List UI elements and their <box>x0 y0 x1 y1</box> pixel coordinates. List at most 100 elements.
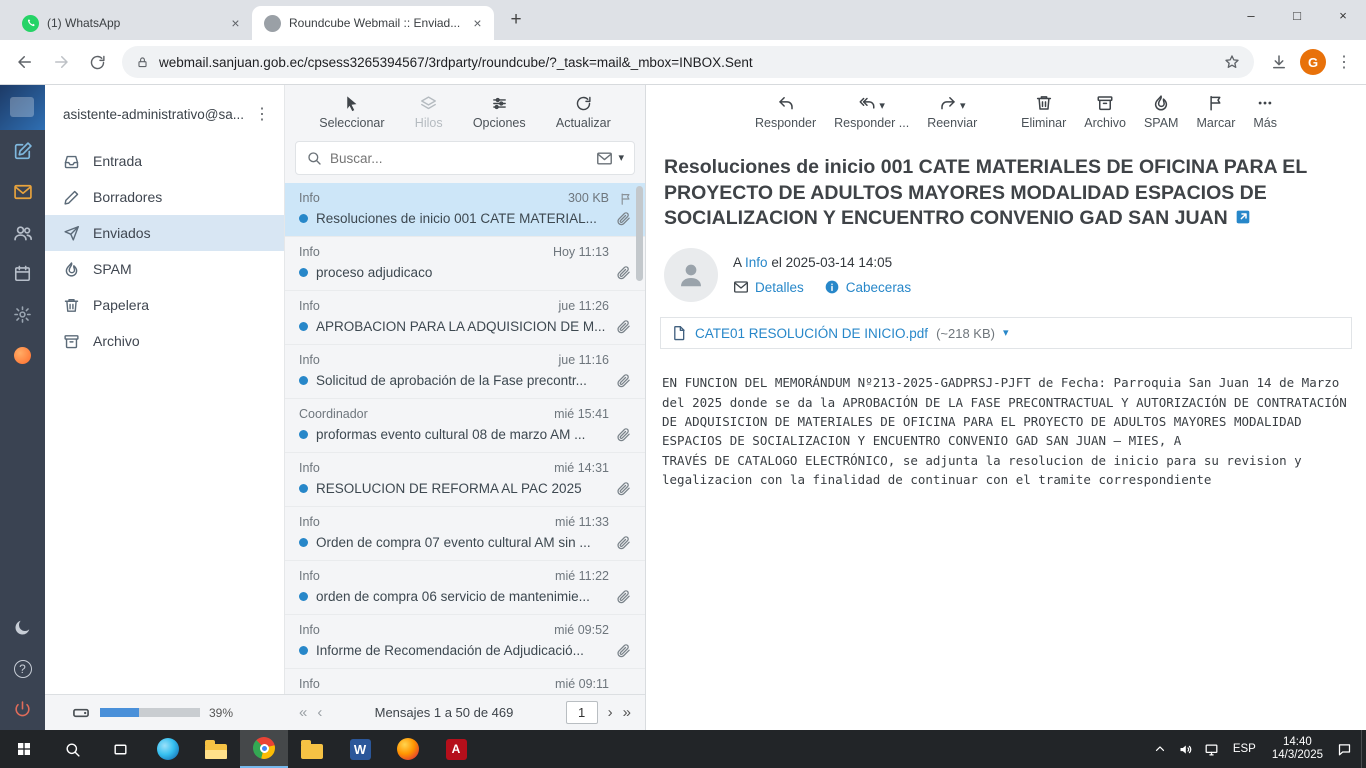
reload-button[interactable] <box>82 47 112 77</box>
last-page-button[interactable]: » <box>623 704 631 721</box>
list-scrollbar[interactable] <box>636 186 643 281</box>
details-toggle[interactable]: Detalles <box>733 279 804 295</box>
message-meta: mié 11:33 <box>555 515 609 529</box>
url-bar[interactable]: webmail.sanjuan.gob.ec/cpsess3265394567/… <box>122 46 1254 78</box>
taskbar-search-icon[interactable] <box>48 730 96 768</box>
taskbar-clock[interactable]: 14:4014/3/2025 <box>1264 736 1331 762</box>
word-icon[interactable]: W <box>336 730 384 768</box>
reply-button[interactable]: Responder <box>755 94 816 130</box>
forward-button[interactable] <box>46 47 76 77</box>
edge-icon[interactable] <box>144 730 192 768</box>
inbox-icon <box>63 153 80 170</box>
contacts-icon[interactable] <box>0 212 45 253</box>
folder-item-papelera[interactable]: Papelera <box>45 287 284 323</box>
recipient-link[interactable]: Info <box>745 255 768 270</box>
url-text[interactable]: webmail.sanjuan.gob.ec/cpsess3265394567/… <box>159 55 1214 70</box>
message-list-item[interactable]: Info300 KB Resoluciones de inicio 001 CA… <box>285 183 645 237</box>
network-icon[interactable] <box>1199 730 1225 768</box>
bookmark-star-icon[interactable] <box>1224 54 1240 70</box>
message-list-item[interactable]: Infomié 14:31 RESOLUCION DE REFORMA AL P… <box>285 453 645 507</box>
attachment-size: (~218 KB) <box>936 326 995 341</box>
message-subject: Solicitud de aprobación de la Fase preco… <box>316 373 608 388</box>
first-page-button[interactable]: « <box>299 704 307 721</box>
folder-item-enviados[interactable]: Enviados <box>45 215 284 251</box>
new-tab-button[interactable]: + <box>502 6 530 34</box>
settings-gear-icon[interactable] <box>0 294 45 335</box>
tab-roundcube[interactable]: Roundcube Webmail :: Enviad... × <box>252 6 494 40</box>
logout-power-icon[interactable] <box>0 689 45 730</box>
browser-profile-avatar[interactable]: G <box>1300 49 1326 75</box>
compose-icon[interactable] <box>0 130 45 171</box>
prev-page-button[interactable]: ‹ <box>317 704 322 721</box>
start-button[interactable] <box>0 730 48 768</box>
folder-item-archivo[interactable]: Archivo <box>45 323 284 359</box>
refresh-button[interactable]: Actualizar <box>556 95 611 130</box>
forward-button[interactable]: ▾Reenviar <box>927 94 977 130</box>
maximize-button[interactable]: □ <box>1274 0 1320 30</box>
message-list-item[interactable]: InfoHoy 11:13 proceso adjudicaco <box>285 237 645 291</box>
message-list-item[interactable]: Infojue 11:26 APROBACION PARA LA ADQUISI… <box>285 291 645 345</box>
next-page-button[interactable]: › <box>608 704 613 721</box>
page-number-input[interactable] <box>566 701 598 724</box>
dark-mode-moon-icon[interactable] <box>0 607 45 648</box>
tab-close-icon[interactable]: × <box>469 15 486 32</box>
account-menu-icon[interactable]: ⋮ <box>250 104 274 124</box>
list-footer: 39% « ‹ Mensajes 1 a 50 de 469 › » <box>45 694 645 730</box>
close-button[interactable]: × <box>1320 0 1366 30</box>
folder-icon[interactable] <box>288 730 336 768</box>
more-button[interactable]: Más <box>1253 94 1277 130</box>
acrobat-icon[interactable]: A <box>432 730 480 768</box>
unread-dot <box>299 214 308 223</box>
cpanel-icon[interactable] <box>0 335 45 376</box>
webmail-logo[interactable] <box>0 85 45 130</box>
options-button[interactable]: Opciones <box>473 95 526 130</box>
folder-item-spam[interactable]: SPAM <box>45 251 284 287</box>
folder-item-entrada[interactable]: Entrada <box>45 143 284 179</box>
forward-icon <box>939 94 957 112</box>
volume-icon[interactable] <box>1173 730 1199 768</box>
search-scope-selector[interactable]: ▾ <box>596 150 624 167</box>
message-list-item[interactable]: Infojue 11:16 Solicitud de aprobación de… <box>285 345 645 399</box>
back-button[interactable] <box>10 47 40 77</box>
message-list-item[interactable]: Infomié 11:33 Orden de compra 07 evento … <box>285 507 645 561</box>
roundcube-favicon <box>264 15 281 32</box>
show-desktop-button[interactable] <box>1361 730 1366 768</box>
firefox-icon[interactable] <box>384 730 432 768</box>
language-indicator[interactable]: ESP <box>1225 743 1264 755</box>
minimize-button[interactable]: – <box>1228 0 1274 30</box>
action-center-icon[interactable] <box>1331 730 1357 768</box>
mark-button[interactable]: Marcar <box>1196 94 1235 130</box>
site-info-icon[interactable] <box>136 56 149 69</box>
open-in-new-window-icon[interactable] <box>1235 209 1251 225</box>
headers-toggle[interactable]: Cabeceras <box>824 279 911 295</box>
message-meta: mié 09:52 <box>554 623 609 637</box>
calendar-icon[interactable] <box>0 253 45 294</box>
task-view-icon[interactable] <box>96 730 144 768</box>
reply-all-button[interactable]: ▾Responder ... <box>834 94 909 130</box>
archive-button[interactable]: Archivo <box>1084 94 1126 130</box>
delete-button[interactable]: Eliminar <box>1021 94 1066 130</box>
message-list-item[interactable]: Infomié 09:11 <box>285 669 645 694</box>
select-button[interactable]: Seleccionar <box>319 95 384 130</box>
attachment-menu-chevron-icon[interactable]: ▾ <box>1003 328 1009 339</box>
tab-label: (1) WhatsApp <box>47 16 219 30</box>
message-list-item[interactable]: Coordinadormié 15:41 proformas evento cu… <box>285 399 645 453</box>
folder-item-borradores[interactable]: Borradores <box>45 179 284 215</box>
tab-close-icon[interactable]: × <box>227 15 244 32</box>
tab-whatsapp[interactable]: (1) WhatsApp × <box>10 6 252 40</box>
search-input[interactable] <box>330 151 588 166</box>
mail-icon[interactable] <box>0 171 45 212</box>
chrome-icon[interactable] <box>240 730 288 768</box>
file-explorer-icon[interactable] <box>192 730 240 768</box>
unread-dot <box>299 322 308 331</box>
downloads-icon[interactable] <box>1264 47 1294 77</box>
message-list-item[interactable]: Infomié 09:52 Informe de Recomendación d… <box>285 615 645 669</box>
threads-button[interactable]: Hilos <box>415 95 443 130</box>
attachment-bar[interactable]: CATE01 RESOLUCIÓN DE INICIO.pdf (~218 KB… <box>660 317 1352 349</box>
browser-menu-icon[interactable]: ⋮ <box>1332 52 1356 72</box>
message-list-item[interactable]: Infomié 11:22 orden de compra 06 servici… <box>285 561 645 615</box>
hidden-icons-chevron-icon[interactable] <box>1147 730 1173 768</box>
help-icon[interactable]: ? <box>0 648 45 689</box>
spam-button[interactable]: SPAM <box>1144 94 1179 130</box>
attachment-name[interactable]: CATE01 RESOLUCIÓN DE INICIO.pdf <box>695 326 928 341</box>
